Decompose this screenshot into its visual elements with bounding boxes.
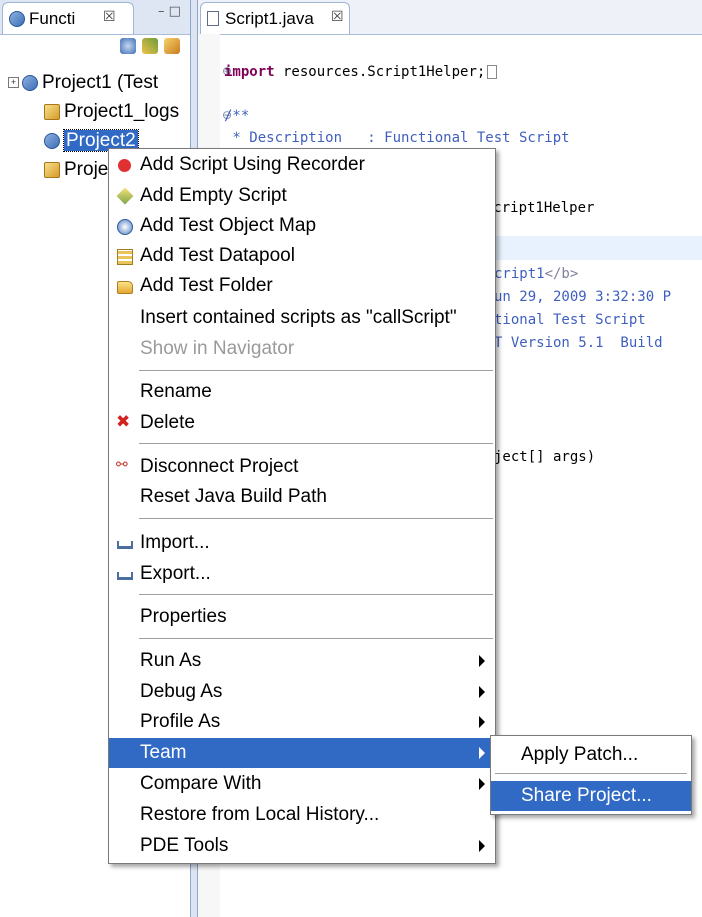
project-icon [44, 132, 60, 149]
menu-separator [139, 594, 493, 596]
editor-tab-bar: Script1.java ☒ [198, 0, 702, 35]
tree-item-label: Proje [64, 159, 109, 180]
expand-icon[interactable]: + [8, 77, 19, 89]
navigator-toolbar [0, 34, 190, 60]
project-icon [22, 74, 38, 91]
submenu-arrow-icon [479, 840, 485, 852]
code-fragment-functional[interactable]: tional Test Script [494, 312, 646, 328]
menu-item-add-test-object-map[interactable]: Add Test Object Map [109, 211, 495, 241]
menu-item-team[interactable]: Team [109, 738, 495, 768]
navigator-tab-bar: Functi ☒ – □ [0, 0, 190, 35]
menu-item-add-test-folder[interactable]: Add Test Folder [109, 271, 495, 301]
tree-item-label: Project1_logs [64, 101, 180, 122]
menu-item-reset-java-build-path[interactable]: Reset Java Build Path [109, 482, 495, 512]
menu-item-rename[interactable]: Rename [109, 377, 495, 407]
java-file-icon [207, 11, 219, 26]
functional-test-projects-icon [9, 11, 25, 27]
submenu-item-apply-patch[interactable]: Apply Patch... [491, 740, 691, 770]
code-fragment-date[interactable]: un 29, 2009 3:32:30 P [494, 289, 671, 305]
menu-item-add-test-datapool[interactable]: Add Test Datapool [109, 241, 495, 271]
sync-icon[interactable] [142, 38, 158, 54]
code-fragment-version[interactable]: T Version 5.1 Build [494, 335, 663, 351]
tree-item-project3[interactable]: Proje [44, 159, 108, 181]
empty-script-icon [116, 187, 134, 205]
tree-item-project1-logs[interactable]: Project1_logs [44, 101, 179, 123]
object-map-icon [117, 219, 133, 235]
logs-folder-icon [44, 161, 60, 178]
code-fragment-args[interactable]: ject[] args) [494, 449, 595, 465]
submenu-arrow-icon [479, 747, 485, 759]
export-icon [117, 572, 133, 580]
menu-item-import[interactable]: Import... [109, 528, 495, 558]
menu-item-insert-contained-scripts[interactable]: Insert contained scripts as "callScript" [109, 303, 495, 333]
menu-item-export[interactable]: Export... [109, 559, 495, 589]
close-icon[interactable]: ☒ [103, 9, 116, 25]
code-line-import[interactable]: import resources.Script1Helper; [224, 64, 498, 80]
submenu-item-share-project[interactable]: Share Project... [491, 781, 691, 811]
code-line-description[interactable]: * Description : Functional Test Script [224, 130, 569, 146]
tree-item-project1[interactable]: + Project1 (Test [8, 72, 158, 94]
menu-separator [139, 370, 493, 372]
menu-item-compare-with[interactable]: Compare With [109, 769, 495, 799]
navigator-tab[interactable]: Functi ☒ [2, 2, 134, 34]
delete-icon: ✖ [116, 412, 131, 432]
menu-item-pde-tools[interactable]: PDE Tools [109, 831, 495, 861]
link-with-editor-icon[interactable] [164, 38, 180, 54]
logs-folder-icon [44, 103, 60, 120]
code-line-doc-open[interactable]: /** [224, 108, 249, 124]
menu-item-show-in-navigator[interactable]: Show in Navigator [109, 334, 495, 364]
menu-separator [495, 773, 687, 774]
menu-item-debug-as[interactable]: Debug As [109, 677, 495, 707]
menu-separator [139, 443, 493, 445]
menu-separator [139, 638, 493, 640]
submenu-arrow-icon [479, 778, 485, 790]
menu-item-properties[interactable]: Properties [109, 602, 495, 632]
folded-code-marker[interactable] [487, 65, 498, 79]
submenu-arrow-icon [479, 686, 485, 698]
menu-item-add-empty-script[interactable]: Add Empty Script [109, 181, 495, 211]
datapool-icon [117, 249, 133, 265]
menu-item-delete[interactable]: ✖ Delete [109, 408, 495, 438]
context-menu: Add Script Using Recorder Add Empty Scri… [108, 148, 496, 864]
menu-item-disconnect-project[interactable]: ⚯ Disconnect Project [109, 452, 495, 482]
editor-tab-title: Script1.java [225, 9, 314, 28]
record-icon [118, 159, 131, 172]
team-submenu: Apply Patch... Share Project... [490, 735, 692, 815]
menu-item-restore-from-local-history[interactable]: Restore from Local History... [109, 800, 495, 830]
disconnect-icon: ⚯ [116, 457, 128, 473]
menu-item-add-script-using-recorder[interactable]: Add Script Using Recorder [109, 150, 495, 180]
import-icon [117, 541, 133, 549]
editor-tab-script1[interactable]: Script1.java ☒ [200, 2, 350, 34]
navigator-tab-title: Functi [29, 9, 76, 28]
tree-item-label: Project1 (Test [42, 72, 159, 93]
menu-item-run-as[interactable]: Run As [109, 646, 495, 676]
close-icon[interactable]: ☒ [331, 9, 344, 25]
code-fragment-script1[interactable]: cript1</b> [494, 266, 578, 282]
connect-icon[interactable] [120, 38, 136, 54]
menu-item-profile-as[interactable]: Profile As [109, 707, 495, 737]
folder-icon [117, 281, 133, 294]
submenu-arrow-icon [479, 655, 485, 667]
minimize-maximize-icon[interactable]: – □ [158, 4, 181, 19]
submenu-arrow-icon [479, 716, 485, 728]
menu-separator [139, 518, 493, 520]
